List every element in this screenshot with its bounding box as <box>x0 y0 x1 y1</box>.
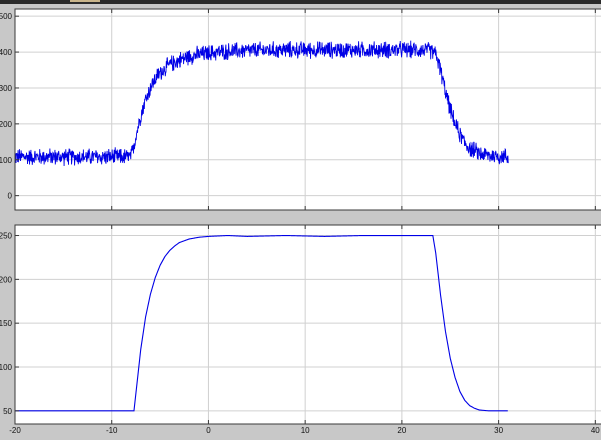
plot-area <box>15 9 601 210</box>
y-tick-label: 0 <box>8 192 13 201</box>
y-tick-label: 150 <box>0 319 13 328</box>
figure-window: 0 100 200 300 400 500 -20 -10 0 10 20 30 40 50 100 150… <box>0 0 601 435</box>
y-tick-label: 400 <box>0 48 13 57</box>
x-tick-label: 30 <box>494 426 503 435</box>
x-tick-label: 10 <box>301 426 310 435</box>
x-tick-label: -10 <box>106 426 118 435</box>
plot-area <box>15 225 601 424</box>
figure-canvas: 0 100 200 300 400 500 -20 -10 0 10 20 30 40 50 100 150… <box>0 0 601 435</box>
x-tick-label: 0 <box>206 426 211 435</box>
top-axes: 0 100 200 300 400 500 <box>0 8 601 211</box>
window-top-accent <box>70 0 100 2</box>
y-tick-label: 200 <box>0 275 13 284</box>
y-tick-label: 250 <box>0 232 13 241</box>
x-tick-label: 20 <box>397 426 406 435</box>
x-tick-label: -20 <box>9 426 21 435</box>
bottom-axes: -20 -10 0 10 20 30 40 50 100 150 200 250 <box>0 224 601 435</box>
x-tick-label: 40 <box>591 426 600 435</box>
y-tick-label: 100 <box>0 156 13 165</box>
y-tick-label: 100 <box>0 363 13 372</box>
y-tick-label: 200 <box>0 120 13 129</box>
y-tick-label: 500 <box>0 12 13 21</box>
y-tick-label: 300 <box>0 84 13 93</box>
y-tick-label: 50 <box>3 407 12 416</box>
